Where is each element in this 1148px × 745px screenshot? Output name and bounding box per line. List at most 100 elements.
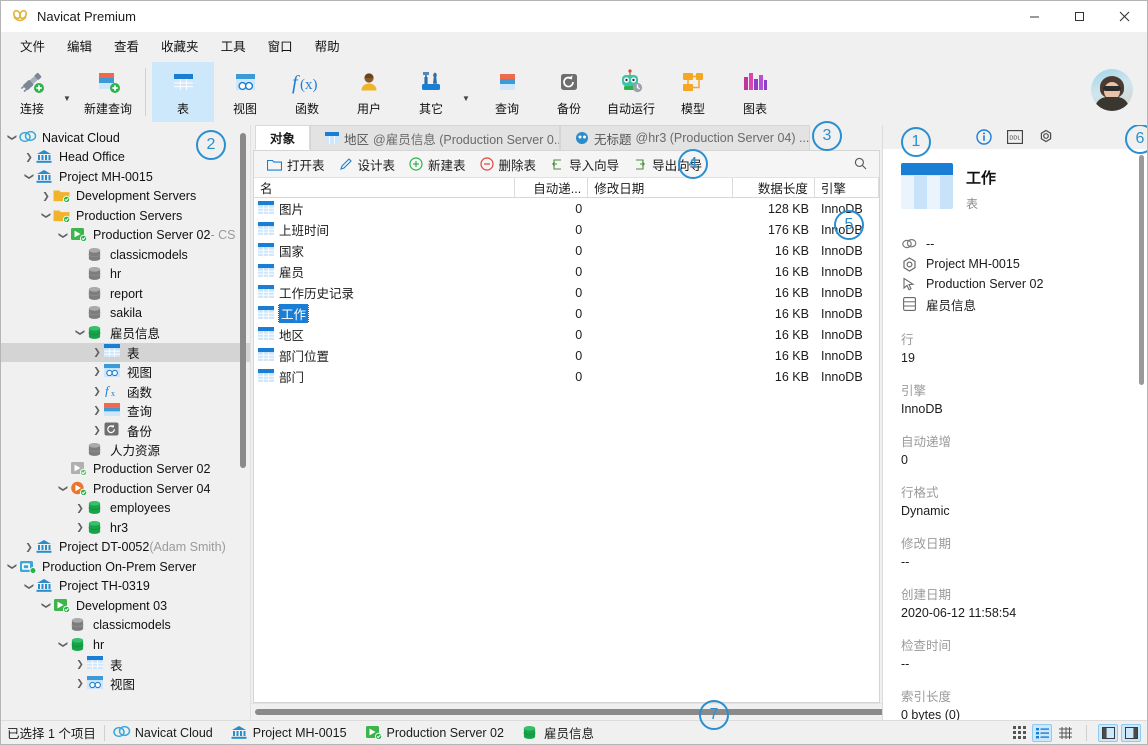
chevron-down-icon[interactable]: ❯ — [7, 560, 18, 574]
menu-window[interactable]: 窗口 — [257, 32, 304, 59]
menu-help[interactable]: 帮助 — [304, 32, 351, 59]
chevron-right-icon[interactable]: ❯ — [90, 366, 104, 377]
chevron-right-icon[interactable]: ❯ — [22, 542, 36, 553]
left-pane-icon[interactable] — [1098, 723, 1118, 742]
other-dropdown-caret-icon[interactable]: ▼ — [462, 94, 476, 103]
breadcrumb-item[interactable]: Navicat Cloud — [113, 725, 213, 741]
chevron-right-icon[interactable]: ❯ — [22, 152, 36, 163]
toolbar-chart[interactable]: 图表 — [724, 62, 786, 122]
chevron-right-icon[interactable]: ❯ — [73, 522, 87, 533]
menu-view[interactable]: 查看 — [103, 32, 150, 59]
chevron-right-icon[interactable]: ❯ — [90, 386, 104, 397]
detail-view-icon[interactable] — [1055, 724, 1075, 742]
import-wizard-button[interactable]: 导入向导 — [543, 152, 626, 177]
chevron-right-icon[interactable]: ❯ — [73, 659, 87, 670]
new-table-button[interactable]: 新建表 — [402, 152, 473, 177]
tree-item[interactable]: ❯ 视图 — [1, 362, 250, 382]
tree-item[interactable]: ❯ Project TH-0319 — [1, 577, 250, 597]
tree-item[interactable]: ❯ 雇员信息 — [1, 323, 250, 343]
chevron-down-icon[interactable]: ❯ — [58, 638, 69, 652]
table-row[interactable]: 图片 0 128 KB InnoDB — [254, 198, 879, 219]
toolbar-function[interactable]: f (x) 函数 — [276, 62, 338, 122]
menu-tools[interactable]: 工具 — [210, 32, 257, 59]
maximize-button[interactable] — [1057, 1, 1102, 32]
gear-icon[interactable] — [1038, 129, 1055, 146]
close-button[interactable] — [1102, 1, 1147, 32]
table-row[interactable]: 部门位置 0 16 KB InnoDB — [254, 345, 879, 366]
tab-query-untitled[interactable]: 无标题 @hr3 (Production Server 04) ... — [560, 125, 811, 150]
tab-objects[interactable]: 对象 — [255, 125, 311, 150]
right-pane-icon[interactable] — [1121, 723, 1141, 742]
tree-item[interactable]: ❯ Production Server 02 - CS — [1, 226, 250, 246]
tree-item[interactable]: ❯ f x 函数 — [1, 382, 250, 402]
toolbar-new-query[interactable]: 新建查询 — [77, 62, 139, 122]
table-row[interactable]: 国家 0 16 KB InnoDB — [254, 240, 879, 261]
chevron-down-icon[interactable]: ❯ — [58, 482, 69, 496]
chevron-right-icon[interactable]: ❯ — [73, 503, 87, 514]
column-header-auto_inc[interactable]: 自动递... — [515, 178, 589, 197]
user-avatar[interactable] — [1091, 69, 1133, 111]
tree-item[interactable]: 人力资源 — [1, 440, 250, 460]
tree-item[interactable]: hr — [1, 265, 250, 285]
tree-item[interactable]: ❯ Production Servers — [1, 206, 250, 226]
table-row[interactable]: 工作历史记录 0 16 KB InnoDB — [254, 282, 879, 303]
tree-item[interactable]: ❯ employees — [1, 499, 250, 519]
toolbar-connection[interactable]: 连接 — [1, 62, 63, 122]
table-row[interactable]: 雇员 0 16 KB InnoDB — [254, 261, 879, 282]
tree-item[interactable]: Production Server 02 — [1, 460, 250, 480]
tree-item[interactable]: report — [1, 284, 250, 304]
tree-item[interactable]: ❯ Development 03 — [1, 596, 250, 616]
chevron-right-icon[interactable]: ❯ — [90, 405, 104, 416]
tree-item[interactable]: ❯ 视图 — [1, 674, 250, 694]
sidebar-scrollbar[interactable] — [240, 133, 246, 468]
chevron-down-icon[interactable]: ❯ — [7, 131, 18, 145]
tree-item[interactable]: ❯ Production Server 04 — [1, 479, 250, 499]
tree-item[interactable]: ❯ Project MH-0015 — [1, 167, 250, 187]
column-header-modified[interactable]: 修改日期 — [588, 178, 733, 197]
breadcrumb-item[interactable]: 雇员信息 — [522, 723, 594, 742]
chevron-down-icon[interactable]: ❯ — [24, 170, 35, 184]
tree-item[interactable]: sakila — [1, 304, 250, 324]
tab-table-diqu[interactable]: 地区 @雇员信息 (Production Server 0... — [310, 125, 561, 150]
tree-item[interactable]: ❯ hr3 — [1, 518, 250, 538]
menu-favorites[interactable]: 收藏夹 — [150, 32, 210, 59]
grid-view-icon[interactable] — [1009, 724, 1029, 742]
column-header-data_len[interactable]: 数据长度 — [733, 178, 815, 197]
toolbar-other[interactable]: 其它 — [400, 62, 462, 122]
tree-item[interactable]: ❯ 备份 — [1, 421, 250, 441]
chevron-down-icon[interactable]: ❯ — [41, 209, 52, 223]
search-icon[interactable] — [854, 157, 867, 170]
column-header-engine[interactable]: 引擎 — [815, 178, 879, 197]
open-table-button[interactable]: 打开表 — [260, 152, 332, 177]
tree-item[interactable]: ❯ 表 — [1, 342, 250, 362]
table-row[interactable]: 地区 0 16 KB InnoDB — [254, 324, 879, 345]
chevron-down-icon[interactable]: ❯ — [41, 599, 52, 613]
chevron-right-icon[interactable]: ❯ — [39, 191, 53, 202]
tree-item[interactable]: ❯ Development Servers — [1, 187, 250, 207]
tree-item[interactable]: classicmodels — [1, 616, 250, 636]
table-row[interactable]: 工作 0 16 KB InnoDB — [254, 303, 879, 324]
chevron-down-icon[interactable]: ❯ — [24, 579, 35, 593]
chevron-right-icon[interactable]: ❯ — [90, 347, 104, 358]
tree-item[interactable]: ❯ hr — [1, 635, 250, 655]
toolbar-backup[interactable]: 备份 — [538, 62, 600, 122]
design-table-button[interactable]: 设计表 — [332, 152, 403, 177]
tree-item[interactable]: ❯ Production On-Prem Server — [1, 557, 250, 577]
tree-item[interactable]: classicmodels — [1, 245, 250, 265]
tree-item[interactable]: ❯ Project DT-0052 (Adam Smith) — [1, 538, 250, 558]
tree-item[interactable]: ❯ 查询 — [1, 401, 250, 421]
connection-dropdown-caret-icon[interactable]: ▼ — [63, 94, 77, 103]
toolbar-query[interactable]: 查询 — [476, 62, 538, 122]
delete-table-button[interactable]: 删除表 — [473, 152, 544, 177]
table-row[interactable]: 上班时间 0 176 KB InnoDB — [254, 219, 879, 240]
toolbar-user[interactable]: 用户 — [338, 62, 400, 122]
info-panel-scrollbar[interactable] — [1139, 155, 1144, 385]
toolbar-view[interactable]: 视图 — [214, 62, 276, 122]
chevron-right-icon[interactable]: ❯ — [90, 425, 104, 436]
toolbar-table[interactable]: 表 — [152, 62, 214, 122]
toolbar-automation[interactable]: 自动运行 — [600, 62, 662, 122]
menu-file[interactable]: 文件 — [9, 32, 56, 59]
chevron-down-icon[interactable]: ❯ — [58, 228, 69, 242]
table-row[interactable]: 部门 0 16 KB InnoDB — [254, 366, 879, 387]
menu-edit[interactable]: 编辑 — [56, 32, 103, 59]
